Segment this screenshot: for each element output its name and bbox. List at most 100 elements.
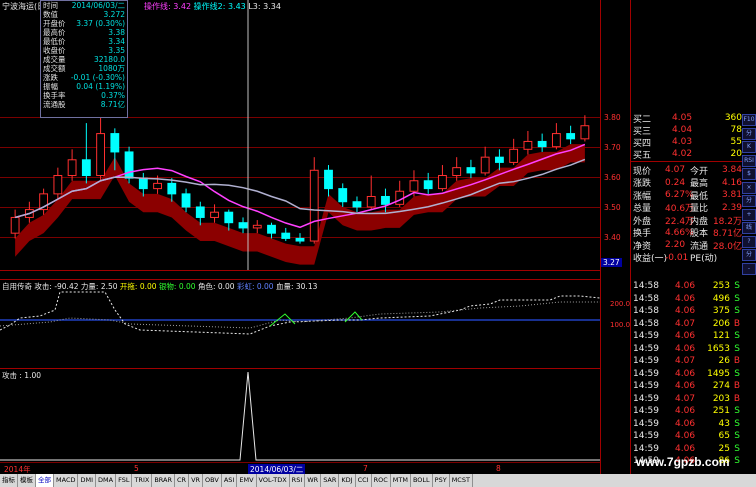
tooltip-value: 32180.0 [93,55,125,64]
sidebar-tool-icon[interactable]: 分 [742,127,756,140]
sidebar-tool-icon[interactable]: $ [742,168,756,180]
sidebar-tool-icon[interactable]: F10 [742,114,756,126]
quote-row: 外盘 22.4万 内盘 18.2万 [630,214,742,227]
tooltip-row: 成交量 32180.0 [41,55,127,64]
indicator-tab[interactable]: PSY [433,474,450,487]
tick-volume: 25 [718,443,730,454]
indicator-tab[interactable]: DMI [78,474,97,487]
quote-row: 涨跌 0.24 最高 4.16 [630,177,742,190]
tooltip-row: 最高价 3.38 [41,28,127,37]
indicator-tab[interactable]: SAR [321,474,340,487]
indicator-line-white [0,291,600,335]
tick-side: S [734,306,740,316]
tick-side: B [733,318,740,329]
indicator-tab[interactable]: RSI [290,474,306,487]
order-book-row[interactable]: 买四 4.03 55 [630,136,742,149]
indicator-chart-1[interactable] [0,290,600,368]
tick-row: 14:59 4.07 203 B [630,393,742,405]
quote-value: 8.71亿 [712,229,742,239]
candle-up [153,182,162,190]
candle-up [523,140,533,150]
quote-value: 4.07 [665,165,686,175]
candle-up [509,148,519,163]
indicator-tab[interactable]: OBV [203,474,222,487]
data-window: 时间 2014/06/03/二 数值 3.272 开盘价 3.37 (0.30%) 最高… [40,0,128,118]
indicator-tab[interactable]: TRIX [132,474,153,487]
indicator-tab[interactable]: BOLL [411,474,433,487]
watermark: www.7gpzb.com [636,455,730,469]
indicator-tab[interactable]: WR [305,474,322,487]
tick-row: 14:59 4.06 43 S [630,418,742,430]
tooltip-row: 流通股 8.71亿 [41,100,127,109]
indicator-tab[interactable]: CCI [356,474,372,487]
tooltip-label: 换手率 [43,91,66,100]
indicator-tab[interactable]: 全部 [36,474,54,487]
indicator-tab[interactable]: BRAR [152,474,175,487]
tooltip-row: 涨跌 -0.01 (-0.30%) [41,73,127,82]
quote-value: 18.2万 [712,216,742,227]
indicator-tab[interactable]: 指标 [0,474,18,487]
indicator-tab[interactable]: 模板 [18,474,36,487]
order-book-row[interactable]: 买五 4.02 20 [630,148,742,161]
indicator-tab[interactable]: MACD [54,474,79,487]
quote-label: 净资 [633,241,652,252]
quote-value: 2.39 [721,202,742,213]
price-label: 3.70 [604,143,621,152]
indicator-tab[interactable]: KDJ [339,474,356,487]
indicator-tab[interactable]: CR [175,474,190,487]
sidebar-tool-icon[interactable]: + [742,208,756,221]
sidebar-tool-icon[interactable]: 线 [742,222,756,234]
sidebar-tool-icon[interactable]: × [742,181,756,194]
candle-down [295,237,305,242]
sidebar-tool-icon[interactable]: K [742,141,756,153]
sidebar-tool-icon[interactable]: 分 [742,195,756,207]
sidebar-tool-icon[interactable]: 分 [742,249,756,261]
indicator-tab[interactable]: MTM [391,474,411,487]
tooltip-value: 0.37% [101,91,125,100]
candle-down [466,167,476,174]
quote-value: 28.0亿 [712,241,742,252]
tooltip-row: 开盘价 3.37 (0.30%) [41,19,127,28]
tick-price: 4.07 [675,356,696,366]
indicator-tab-bar[interactable]: 指标 模板 全部 MACD DMI DMA FSL TRIX BRAR CR VR OBV ASI EMV… [0,474,756,487]
tick-price: 4.06 [675,368,696,379]
indicator-line-grey [0,301,600,329]
tooltip-row: 数值 3.272 [41,10,127,19]
tick-price: 4.06 [675,281,696,291]
quote-label: 换手 [633,229,652,239]
sidebar-tool-icon[interactable]: RSI [742,154,756,167]
tick-side: S [734,443,740,454]
indicator-tab[interactable]: VR [189,474,204,487]
tooltip-label: 数值 [43,10,58,19]
indicator-tab[interactable]: DMA [96,474,117,487]
indicator-tab[interactable]: MCST [450,474,473,487]
indicator-tab[interactable]: FSL [116,474,133,487]
tooltip-row: 收盘价 3.35 [41,46,127,55]
tooltip-row: 最低价 3.34 [41,37,127,46]
indicator-chart-2[interactable] [0,370,600,462]
candle-down [494,156,504,163]
quote-label: 总量 [633,204,652,214]
quote-value: 0.24 [665,177,686,188]
indicator-tab[interactable]: ASI [222,474,238,487]
order-book-row[interactable]: 买三 4.04 78 [630,124,742,137]
date-label: 7 [363,464,368,473]
sidebar-tool-icon[interactable]: ? [742,235,756,248]
tooltip-label: 涨跌 [43,73,58,82]
tick-row: 14:58 4.07 206 B [630,318,742,330]
order-book-row[interactable]: 买二 4.05 360 [630,112,742,125]
quote-label: 现价 [633,166,652,177]
indicator-tab[interactable]: EMV [237,474,257,487]
candle-up [551,133,561,148]
indicator-tab[interactable]: ROC [372,474,391,487]
candle-up [452,167,462,177]
order-book-volume: 20 [730,149,742,159]
indicator-tab[interactable]: VOL-TDX [257,474,290,487]
candle-up [96,133,106,177]
tick-volume: 65 [718,431,730,441]
sidebar-tool-icon[interactable]: - [742,262,756,275]
tick-volume: 251 [712,406,730,416]
tooltip-label: 开盘价 [43,19,66,28]
attack-signal-line [0,371,600,461]
tick-side: S [734,281,740,291]
